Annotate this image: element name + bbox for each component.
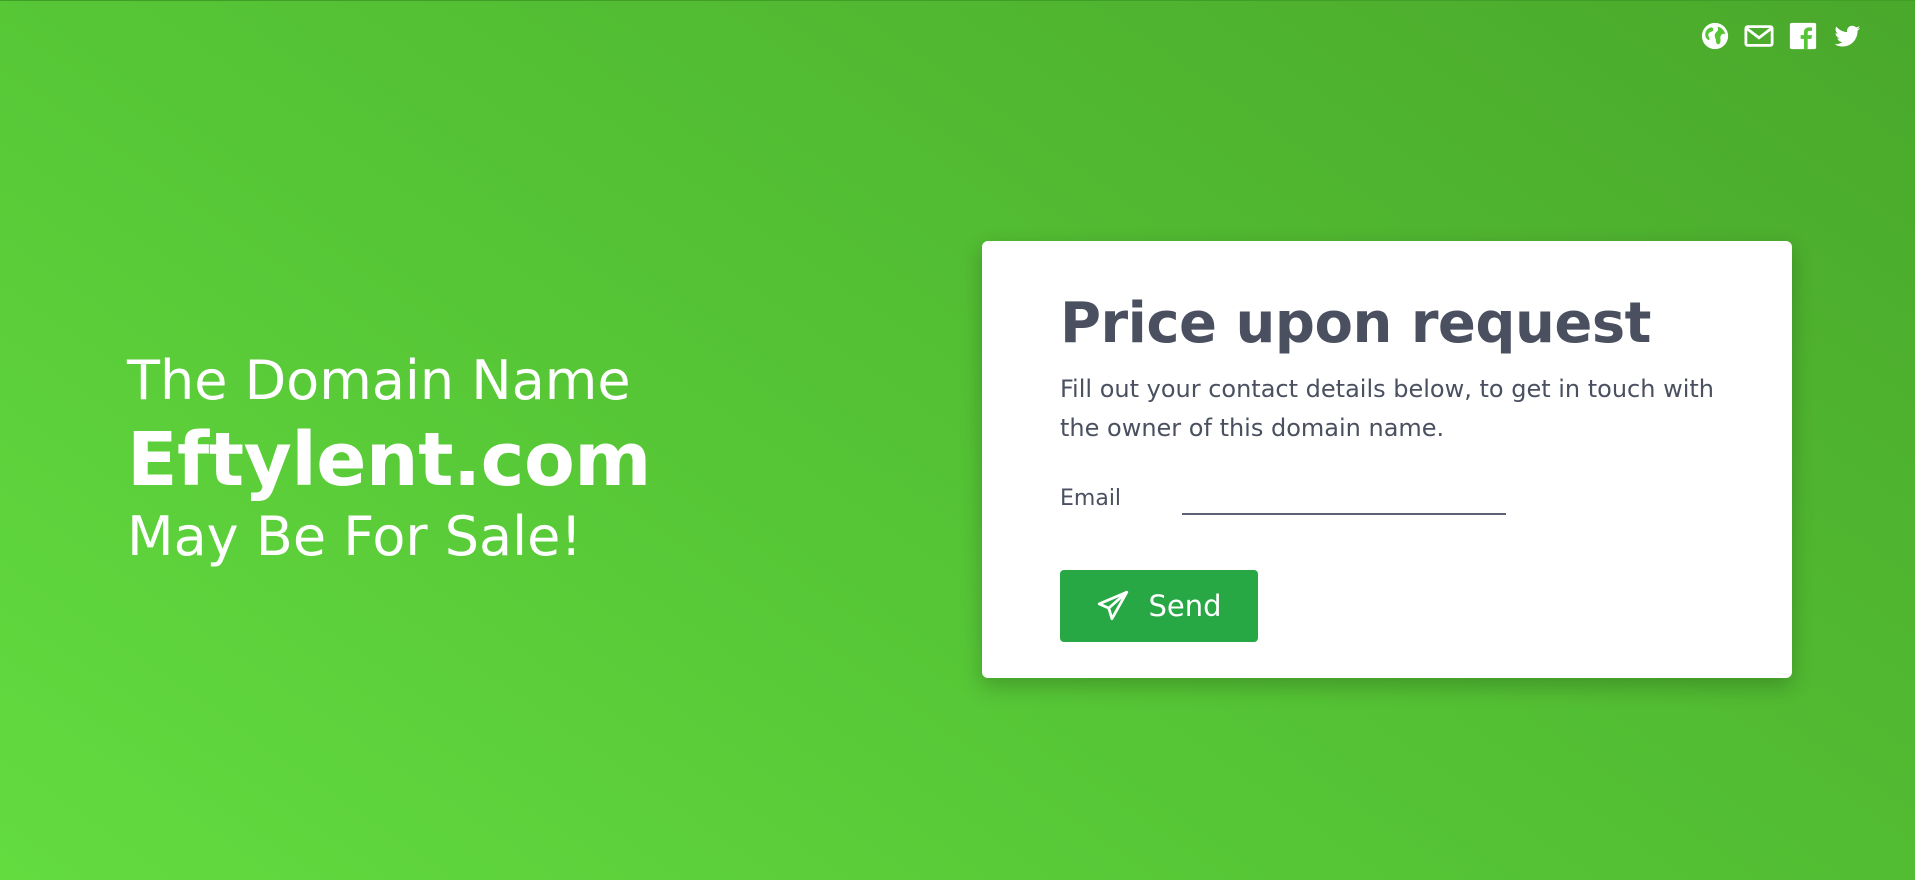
top-border — [0, 0, 1915, 1]
email-field[interactable] — [1182, 479, 1506, 515]
globe-icon[interactable] — [1700, 21, 1730, 51]
facebook-icon[interactable] — [1788, 21, 1818, 51]
domain-name: Eftylent.com — [127, 417, 651, 503]
card-description: Fill out your contact details below, to … — [1060, 375, 1715, 442]
card-title: Price upon request — [1060, 291, 1651, 356]
social-links — [1700, 21, 1862, 51]
hero-line3: May Be For Sale! — [127, 505, 583, 568]
email-label: Email — [1060, 486, 1122, 511]
twitter-icon[interactable] — [1832, 21, 1862, 51]
send-label: Send — [1148, 589, 1222, 623]
envelope-icon[interactable] — [1744, 21, 1774, 51]
send-button[interactable]: Send — [1060, 570, 1258, 642]
hero-line1: The Domain Name — [127, 349, 631, 412]
paper-plane-icon — [1098, 590, 1129, 621]
contact-card: Price upon request Fill out your contact… — [982, 241, 1792, 678]
hero-text: The Domain Name Eftylent.com May Be For … — [127, 345, 651, 571]
